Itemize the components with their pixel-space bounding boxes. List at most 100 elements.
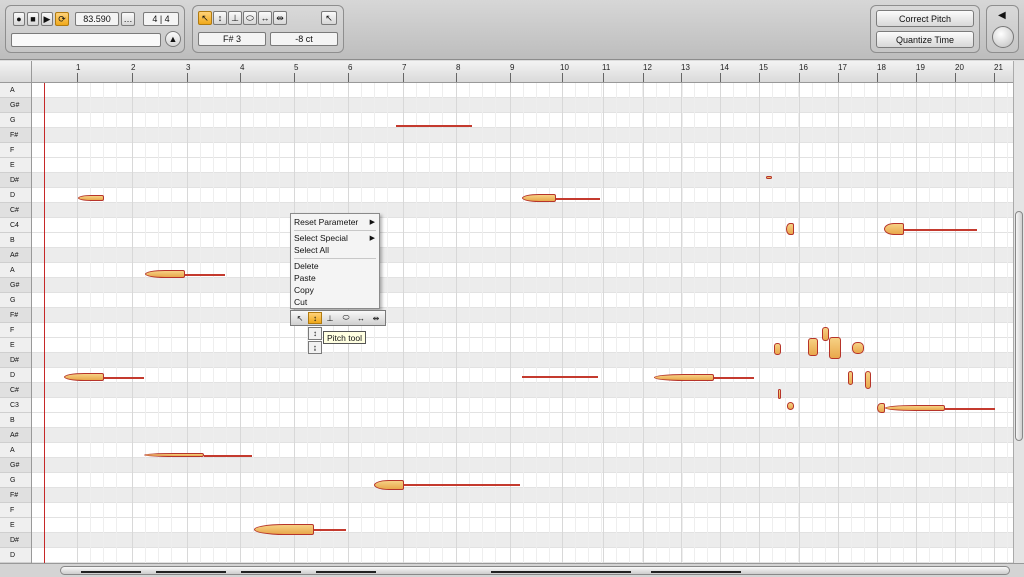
piano-key[interactable]: D	[0, 188, 31, 203]
piano-key[interactable]: F	[0, 143, 31, 158]
menu-item-select-all[interactable]: Select All	[294, 245, 329, 255]
file-name-field[interactable]	[11, 33, 161, 47]
separation-tool-button[interactable]: ⇹	[369, 312, 383, 324]
note-blob[interactable]	[774, 343, 781, 355]
vertical-scrollbar[interactable]	[1013, 61, 1024, 563]
main-tool-button[interactable]: ↖	[293, 312, 307, 324]
record-button[interactable]: ●	[13, 12, 25, 26]
note-blob[interactable]	[374, 480, 404, 490]
piano-key[interactable]: B	[0, 413, 31, 428]
piano-key[interactable]: C3	[0, 398, 31, 413]
piano-key[interactable]: E	[0, 338, 31, 353]
menu-item-cut[interactable]: Cut	[294, 297, 307, 307]
horizontal-scroll-thumb[interactable]	[60, 566, 1010, 575]
amplitude-tool-button[interactable]: ⬭	[243, 11, 257, 25]
piano-key[interactable]: C#	[0, 383, 31, 398]
menu-item-delete[interactable]: Delete	[294, 261, 319, 271]
piano-key[interactable]: G	[0, 113, 31, 128]
menu-item-select-special[interactable]: Select Special	[294, 233, 348, 243]
time-display[interactable]: 83.590	[75, 12, 119, 26]
play-button[interactable]: ▶	[41, 12, 53, 26]
scroll-tool-button[interactable]: ↖	[321, 11, 337, 25]
time-tool-button[interactable]: ↔	[258, 11, 272, 25]
note-blob[interactable]	[852, 342, 864, 354]
piano-keys[interactable]: A G# G F# F E D# D C# C4 B A# A G# G F# F E D# D C# C3 B A# A G# G…	[0, 83, 32, 563]
piano-key[interactable]: E	[0, 518, 31, 533]
beat-line	[266, 83, 267, 563]
correct-pitch-button[interactable]: Correct Pitch	[876, 10, 974, 27]
piano-key[interactable]: D#	[0, 533, 31, 548]
note-blob[interactable]	[829, 337, 841, 359]
piano-key[interactable]: G	[0, 473, 31, 488]
piano-key[interactable]: D	[0, 548, 31, 563]
piano-key[interactable]: G#	[0, 98, 31, 113]
time-signature-display[interactable]: 4 | 4	[143, 12, 179, 26]
piano-key[interactable]: F#	[0, 128, 31, 143]
note-blob[interactable]	[145, 270, 185, 278]
note-blob[interactable]	[848, 371, 853, 385]
piano-key[interactable]: C#	[0, 203, 31, 218]
note-blob[interactable]	[254, 524, 314, 535]
note-blob[interactable]	[786, 223, 794, 235]
menu-item-paste[interactable]: Paste	[294, 273, 316, 283]
main-tool-button[interactable]: ↖	[198, 11, 212, 25]
note-blob[interactable]	[778, 389, 781, 399]
note-editor-grid[interactable]	[32, 83, 1013, 563]
horizontal-scrollbar[interactable]	[0, 563, 1024, 577]
bar-ruler[interactable]: 1 2 3 4 5 6 7 8 9 10 11 12 13 14 15 16 1…	[32, 61, 1013, 83]
stop-button[interactable]: ■	[27, 12, 39, 26]
piano-key[interactable]: B	[0, 233, 31, 248]
pitch-drift-button[interactable]: ↨	[308, 341, 322, 354]
menu-item-reset-parameter[interactable]: Reset Parameter	[294, 217, 358, 227]
time-menu-button[interactable]: …	[121, 12, 135, 26]
piano-key[interactable]: C4	[0, 218, 31, 233]
loop-button[interactable]: ⟳	[55, 12, 69, 26]
piano-key[interactable]: F	[0, 503, 31, 518]
note-blob[interactable]	[766, 176, 772, 179]
note-blob[interactable]	[884, 223, 904, 235]
pitch-tool-button[interactable]: ↕	[213, 11, 227, 25]
vertical-scroll-thumb[interactable]	[1015, 211, 1023, 441]
note-line[interactable]	[522, 376, 598, 378]
note-blob[interactable]	[822, 327, 829, 341]
piano-key[interactable]: D	[0, 368, 31, 383]
bar-6-label: 6	[348, 63, 353, 72]
note-blob[interactable]	[64, 373, 104, 381]
formant-tool-button[interactable]: ⊥	[323, 312, 337, 324]
piano-key[interactable]: A	[0, 263, 31, 278]
piano-key[interactable]: F#	[0, 488, 31, 503]
metronome-button[interactable]: ▲	[165, 31, 181, 47]
piano-key[interactable]: F#	[0, 308, 31, 323]
piano-key[interactable]: G#	[0, 278, 31, 293]
note-blob[interactable]	[78, 195, 104, 201]
note-blob[interactable]	[865, 371, 871, 389]
piano-key[interactable]: E	[0, 158, 31, 173]
note-blob[interactable]	[885, 405, 945, 411]
time-tool-button[interactable]: ↔	[354, 312, 368, 324]
note-blob[interactable]	[144, 453, 204, 457]
piano-key[interactable]: A	[0, 443, 31, 458]
piano-key[interactable]: D#	[0, 173, 31, 188]
note-blob[interactable]	[787, 402, 794, 410]
menu-item-copy[interactable]: Copy	[294, 285, 314, 295]
piano-key[interactable]: A#	[0, 248, 31, 263]
piano-key[interactable]: G#	[0, 458, 31, 473]
piano-key[interactable]: F	[0, 323, 31, 338]
piano-key[interactable]: G	[0, 293, 31, 308]
piano-key[interactable]: A#	[0, 428, 31, 443]
volume-knob[interactable]	[992, 26, 1014, 48]
note-blob[interactable]	[522, 194, 556, 202]
formant-tool-button[interactable]: ⊥	[228, 11, 242, 25]
piano-key[interactable]: A	[0, 83, 31, 98]
pitch-tool-button[interactable]: ↕	[308, 312, 322, 324]
piano-key[interactable]: D#	[0, 353, 31, 368]
playhead[interactable]	[44, 83, 45, 563]
note-blob[interactable]	[654, 374, 714, 381]
amplitude-tool-button[interactable]: ⬭	[339, 312, 353, 324]
note-line[interactable]	[396, 125, 472, 127]
note-blob[interactable]	[808, 338, 818, 356]
note-blob[interactable]	[877, 403, 885, 413]
separation-tool-button[interactable]: ⇹	[273, 11, 287, 25]
pitch-subtool-button[interactable]: ↕	[308, 327, 322, 340]
quantize-time-button[interactable]: Quantize Time	[876, 31, 974, 48]
